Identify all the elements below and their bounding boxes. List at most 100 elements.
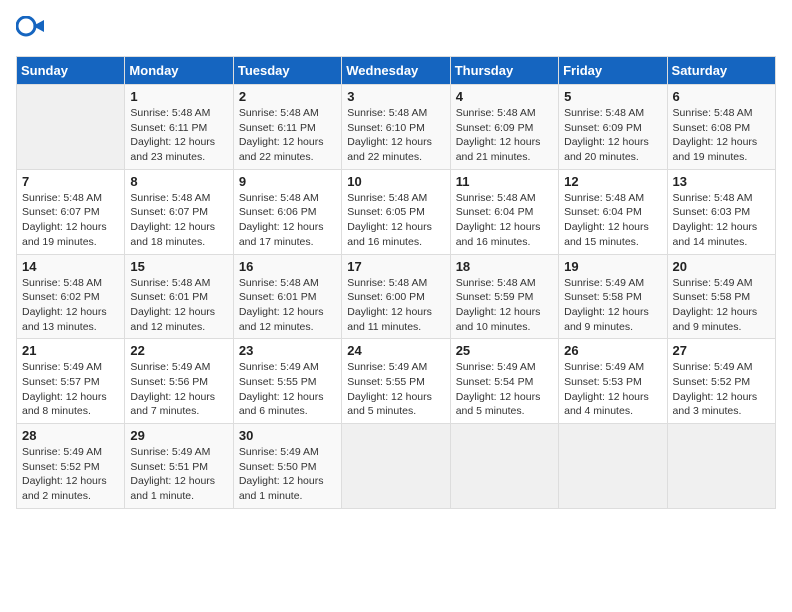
day-info: Sunrise: 5:49 AMSunset: 5:50 PMDaylight:… [239,445,336,504]
calendar-week-2: 7 Sunrise: 5:48 AMSunset: 6:07 PMDaylight… [17,169,776,254]
table-row [450,424,558,509]
calendar-body: 1 Sunrise: 5:48 AMSunset: 6:11 PMDaylight… [17,85,776,509]
table-row: 19Sunrise: 5:49 AMSunset: 5:58 PMDayligh… [559,254,667,339]
table-row: 3 Sunrise: 5:48 AMSunset: 6:10 PMDaylight… [342,85,450,170]
table-row: 26 Sunrise: 5:49 AMSunset: 5:53 PMDayligh… [559,339,667,424]
day-number: 7 [22,174,119,189]
table-row: 18 Sunrise: 5:48 AMSunset: 5:59 PMDayligh… [450,254,558,339]
day-number: 3 [347,89,444,104]
calendar-table: SundayMondayTuesdayWednesdayThursdayFrid… [16,56,776,509]
calendar-header: SundayMondayTuesdayWednesdayThursdayFrid… [17,57,776,85]
table-row: 6Sunrise: 5:48 AMSunset: 6:08 PMDaylight… [667,85,775,170]
table-row: 1 Sunrise: 5:48 AMSunset: 6:11 PMDaylight… [125,85,233,170]
day-info: Sunrise: 5:48 AMSunset: 6:06 PMDaylight:… [239,191,336,250]
day-number: 21 [22,343,119,358]
day-info: Sunrise: 5:49 AMSunset: 5:55 PMDaylight:… [239,360,336,419]
day-number: 17 [347,259,444,274]
calendar-week-1: 1 Sunrise: 5:48 AMSunset: 6:11 PMDaylight… [17,85,776,170]
day-info: Sunrise: 5:48 AMSunset: 5:59 PMDaylight:… [456,276,553,335]
day-number: 10 [347,174,444,189]
table-row: 5 Sunrise: 5:48 AMSunset: 6:09 PMDaylight… [559,85,667,170]
table-row: 8 Sunrise: 5:48 AMSunset: 6:07 PMDaylight… [125,169,233,254]
day-number: 28 [22,428,119,443]
day-number: 16 [239,259,336,274]
day-info: Sunrise: 5:48 AMSunset: 6:11 PMDaylight:… [239,106,336,165]
day-info: Sunrise: 5:48 AMSunset: 6:04 PMDaylight:… [456,191,553,250]
table-row: 25 Sunrise: 5:49 AMSunset: 5:54 PMDayligh… [450,339,558,424]
day-number: 19 [564,259,661,274]
header-day-tuesday: Tuesday [233,57,341,85]
day-number: 29 [130,428,227,443]
day-number: 4 [456,89,553,104]
day-info: Sunrise: 5:49 AMSunset: 5:52 PMDaylight:… [673,360,770,419]
day-info: Sunrise: 5:49 AMSunset: 5:53 PMDaylight:… [564,360,661,419]
table-row: 21Sunrise: 5:49 AMSunset: 5:57 PMDayligh… [17,339,125,424]
day-info: Sunrise: 5:49 AMSunset: 5:55 PMDaylight:… [347,360,444,419]
day-number: 20 [673,259,770,274]
table-row: 7 Sunrise: 5:48 AMSunset: 6:07 PMDaylight… [17,169,125,254]
table-row [667,424,775,509]
calendar-week-3: 14Sunrise: 5:48 AMSunset: 6:02 PMDayligh… [17,254,776,339]
header-day-saturday: Saturday [667,57,775,85]
table-row: 12 Sunrise: 5:48 AMSunset: 6:04 PMDayligh… [559,169,667,254]
table-row [342,424,450,509]
day-number: 5 [564,89,661,104]
day-number: 9 [239,174,336,189]
table-row [17,85,125,170]
day-number: 24 [347,343,444,358]
day-info: Sunrise: 5:48 AMSunset: 6:09 PMDaylight:… [456,106,553,165]
table-row: 11Sunrise: 5:48 AMSunset: 6:04 PMDayligh… [450,169,558,254]
day-info: Sunrise: 5:48 AMSunset: 6:00 PMDaylight:… [347,276,444,335]
day-info: Sunrise: 5:49 AMSunset: 5:58 PMDaylight:… [673,276,770,335]
day-info: Sunrise: 5:48 AMSunset: 6:09 PMDaylight:… [564,106,661,165]
table-row: 10 Sunrise: 5:48 AMSunset: 6:05 PMDayligh… [342,169,450,254]
day-info: Sunrise: 5:49 AMSunset: 5:51 PMDaylight:… [130,445,227,504]
day-info: Sunrise: 5:49 AMSunset: 5:54 PMDaylight:… [456,360,553,419]
day-number: 23 [239,343,336,358]
table-row: 22Sunrise: 5:49 AMSunset: 5:56 PMDayligh… [125,339,233,424]
table-row: 13Sunrise: 5:48 AMSunset: 6:03 PMDayligh… [667,169,775,254]
table-row: 27 Sunrise: 5:49 AMSunset: 5:52 PMDayligh… [667,339,775,424]
table-row: 24 Sunrise: 5:49 AMSunset: 5:55 PMDayligh… [342,339,450,424]
table-row: 30 Sunrise: 5:49 AMSunset: 5:50 PMDayligh… [233,424,341,509]
day-number: 13 [673,174,770,189]
table-row: 4 Sunrise: 5:48 AMSunset: 6:09 PMDaylight… [450,85,558,170]
day-number: 27 [673,343,770,358]
calendar-week-5: 28 Sunrise: 5:49 AMSunset: 5:52 PMDayligh… [17,424,776,509]
day-info: Sunrise: 5:48 AMSunset: 6:05 PMDaylight:… [347,191,444,250]
table-row: 2Sunrise: 5:48 AMSunset: 6:11 PMDaylight… [233,85,341,170]
table-row: 9 Sunrise: 5:48 AMSunset: 6:06 PMDaylight… [233,169,341,254]
day-number: 18 [456,259,553,274]
day-info: Sunrise: 5:48 AMSunset: 6:01 PMDaylight:… [130,276,227,335]
day-number: 14 [22,259,119,274]
logo [16,16,48,44]
day-info: Sunrise: 5:48 AMSunset: 6:04 PMDaylight:… [564,191,661,250]
logo-icon [16,16,44,44]
day-info: Sunrise: 5:48 AMSunset: 6:11 PMDaylight:… [130,106,227,165]
table-row: 16 Sunrise: 5:48 AMSunset: 6:01 PMDayligh… [233,254,341,339]
day-info: Sunrise: 5:48 AMSunset: 6:01 PMDaylight:… [239,276,336,335]
day-number: 26 [564,343,661,358]
day-number: 1 [130,89,227,104]
table-row: 20 Sunrise: 5:49 AMSunset: 5:58 PMDayligh… [667,254,775,339]
day-number: 25 [456,343,553,358]
calendar-week-4: 21Sunrise: 5:49 AMSunset: 5:57 PMDayligh… [17,339,776,424]
table-row: 15 Sunrise: 5:48 AMSunset: 6:01 PMDayligh… [125,254,233,339]
header-day-wednesday: Wednesday [342,57,450,85]
table-row: 23 Sunrise: 5:49 AMSunset: 5:55 PMDayligh… [233,339,341,424]
day-number: 8 [130,174,227,189]
day-number: 12 [564,174,661,189]
header-day-thursday: Thursday [450,57,558,85]
day-info: Sunrise: 5:48 AMSunset: 6:10 PMDaylight:… [347,106,444,165]
header-day-friday: Friday [559,57,667,85]
day-info: Sunrise: 5:49 AMSunset: 5:52 PMDaylight:… [22,445,119,504]
day-number: 30 [239,428,336,443]
day-number: 6 [673,89,770,104]
day-info: Sunrise: 5:48 AMSunset: 6:07 PMDaylight:… [22,191,119,250]
table-row: 28 Sunrise: 5:49 AMSunset: 5:52 PMDayligh… [17,424,125,509]
day-info: Sunrise: 5:48 AMSunset: 6:07 PMDaylight:… [130,191,227,250]
header-day-sunday: Sunday [17,57,125,85]
table-row: 14Sunrise: 5:48 AMSunset: 6:02 PMDayligh… [17,254,125,339]
table-row: 17 Sunrise: 5:48 AMSunset: 6:00 PMDayligh… [342,254,450,339]
day-number: 15 [130,259,227,274]
